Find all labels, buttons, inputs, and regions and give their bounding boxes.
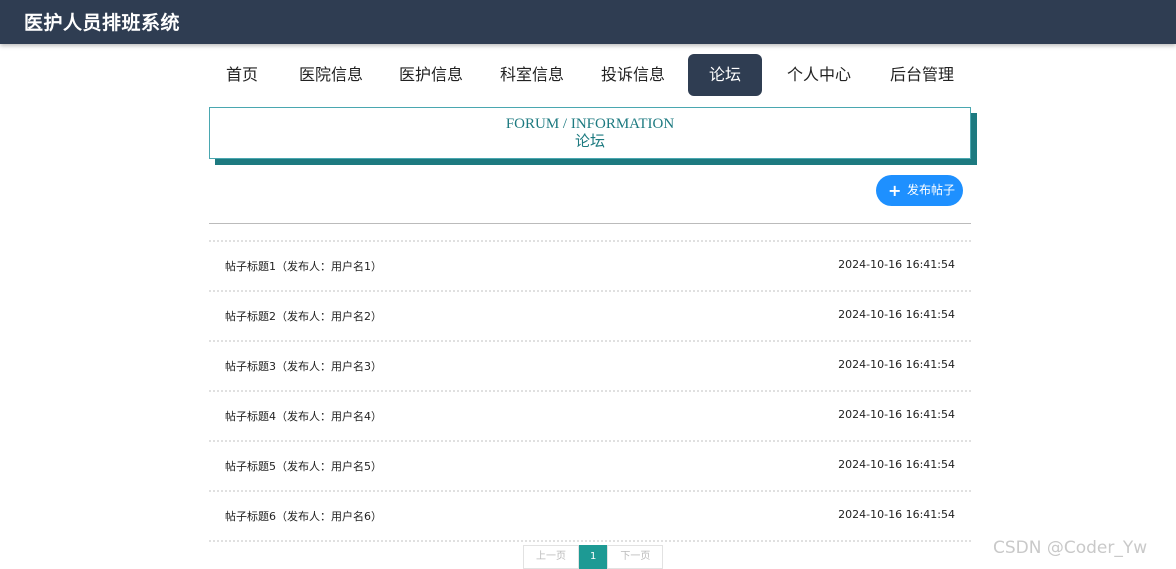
post-time: 2024-10-16 16:41:54 [838, 458, 955, 471]
list-end-divider [209, 540, 971, 542]
post-title[interactable]: 帖子标题1（发布人：用户名1） [225, 258, 382, 274]
section-banner: FORUM / INFORMATION 论坛 [209, 107, 971, 159]
post-time: 2024-10-16 16:41:54 [838, 408, 955, 421]
post-title[interactable]: 帖子标题6（发布人：用户名6） [225, 508, 382, 524]
nav-item-forum[interactable]: 论坛 [688, 54, 762, 96]
banner-english-title: FORUM / INFORMATION [505, 116, 675, 132]
list-item[interactable]: 帖子标题4（发布人：用户名4） 2024-10-16 16:41:54 [209, 390, 971, 440]
list-item[interactable]: 帖子标题3（发布人：用户名3） 2024-10-16 16:41:54 [209, 340, 971, 390]
app-title: 医护人员排班系统 [24, 12, 181, 34]
nav-item-home[interactable]: 首页 [209, 54, 275, 96]
watermark: CSDN @Coder_Yw [993, 538, 1148, 558]
nav-item-personal-center[interactable]: 个人中心 [777, 54, 861, 96]
next-page-button[interactable]: 下一页 [607, 545, 664, 569]
nav-item-hospital-info[interactable]: 医院信息 [289, 54, 373, 96]
prev-page-button[interactable]: 上一页 [523, 545, 579, 569]
nav-item-admin[interactable]: 后台管理 [880, 54, 964, 96]
post-time: 2024-10-16 16:41:54 [838, 308, 955, 321]
list-item[interactable]: 帖子标题1（发布人：用户名1） 2024-10-16 16:41:54 [209, 240, 971, 290]
main-nav: 首页 医院信息 医护信息 科室信息 投诉信息 论坛 个人中心 后台管理 [209, 54, 971, 96]
post-time: 2024-10-16 16:41:54 [838, 508, 955, 521]
post-title[interactable]: 帖子标题5（发布人：用户名5） [225, 458, 382, 474]
page-number-current[interactable]: 1 [579, 545, 608, 569]
pagination: 上一页 1 下一页 [523, 545, 664, 569]
nav-item-medical-staff-info[interactable]: 医护信息 [389, 54, 473, 96]
post-time: 2024-10-16 16:41:54 [838, 358, 955, 371]
plus-icon: + [888, 181, 902, 200]
list-item[interactable]: 帖子标题5（发布人：用户名5） 2024-10-16 16:41:54 [209, 440, 971, 490]
publish-post-label: 发布帖子 [907, 183, 956, 197]
top-header-bar: 医护人员排班系统 [0, 0, 1176, 44]
nav-item-complaint-info[interactable]: 投诉信息 [591, 54, 675, 96]
post-list: 帖子标题1（发布人：用户名1） 2024-10-16 16:41:54 帖子标题… [209, 240, 971, 542]
post-title[interactable]: 帖子标题3（发布人：用户名3） [225, 358, 382, 374]
post-title[interactable]: 帖子标题4（发布人：用户名4） [225, 408, 382, 424]
list-item[interactable]: 帖子标题6（发布人：用户名6） 2024-10-16 16:41:54 [209, 490, 971, 540]
list-item[interactable]: 帖子标题2（发布人：用户名2） 2024-10-16 16:41:54 [209, 290, 971, 340]
post-title[interactable]: 帖子标题2（发布人：用户名2） [225, 308, 382, 324]
post-time: 2024-10-16 16:41:54 [838, 258, 955, 271]
divider [209, 223, 971, 224]
nav-item-department-info[interactable]: 科室信息 [490, 54, 574, 96]
publish-post-button[interactable]: + 发布帖子 [876, 175, 963, 206]
banner-chinese-title: 论坛 [574, 134, 605, 150]
